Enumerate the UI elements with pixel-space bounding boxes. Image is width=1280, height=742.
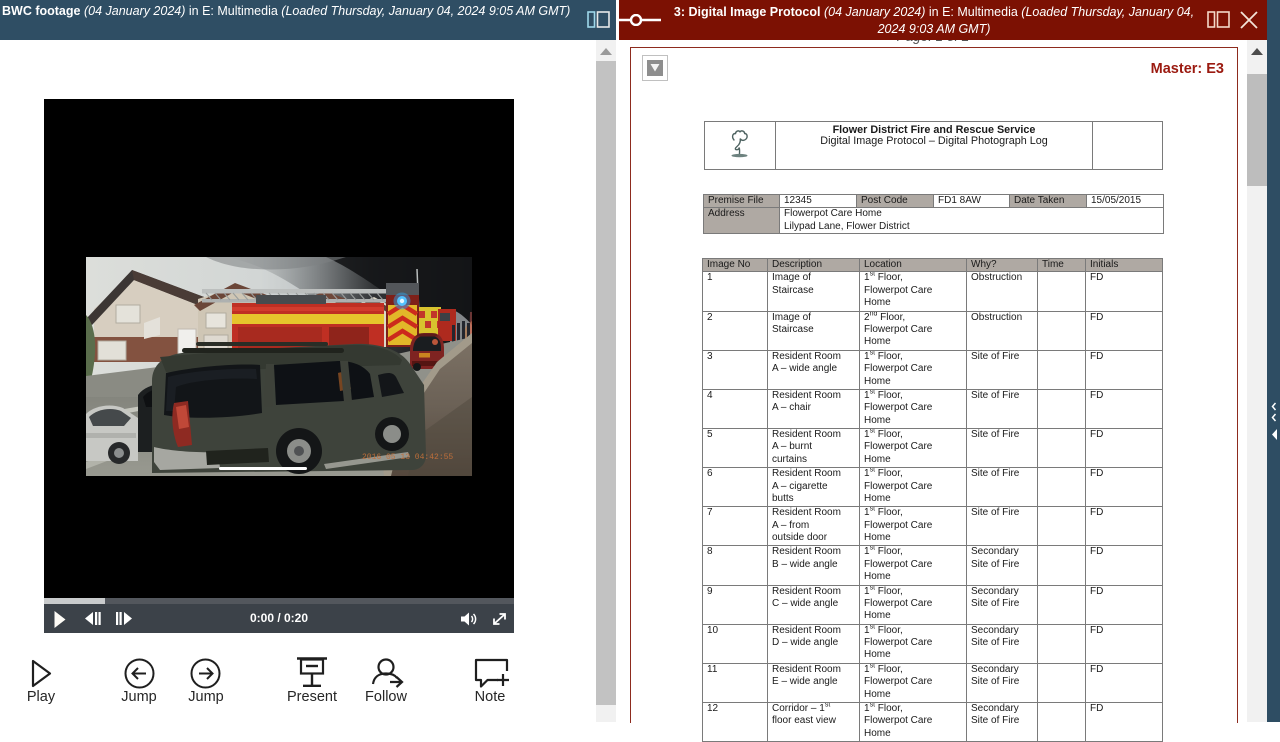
svg-text:2016 05 13 04:42:55: 2016 05 13 04:42:55 <box>362 453 453 462</box>
